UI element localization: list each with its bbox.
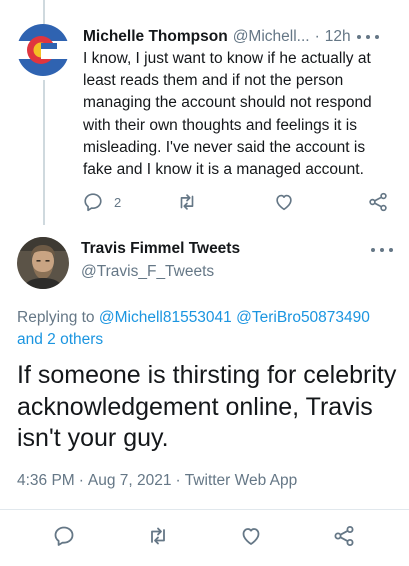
share-button[interactable]: [332, 524, 356, 548]
comment-icon: [54, 526, 74, 546]
thread-line-top: [43, 0, 45, 24]
timestamp[interactable]: 12h: [325, 28, 351, 46]
share-icon: [369, 192, 387, 212]
mention-link[interactable]: @Michell81553041: [99, 309, 232, 326]
author-handle[interactable]: @Travis_F_Tweets: [81, 263, 214, 281]
colorado-flag-avatar-icon: [17, 24, 69, 76]
separator-dot: ·: [175, 472, 181, 489]
divider: [0, 509, 409, 510]
avatar[interactable]: [17, 24, 69, 76]
like-button[interactable]: [239, 524, 263, 548]
main-action-bar: [0, 524, 409, 552]
tweet-time[interactable]: 4:36 PM: [17, 472, 75, 489]
tweet-date[interactable]: Aug 7, 2021: [88, 472, 172, 489]
and-others-link[interactable]: and 2 others: [17, 331, 103, 348]
tweet-metadata: 4:36 PM · Aug 7, 2021 · Twitter Web App: [17, 472, 297, 490]
mention-link[interactable]: @TeriBro50873490: [236, 309, 370, 326]
retweet-button[interactable]: [176, 190, 198, 214]
retweet-button[interactable]: [146, 524, 170, 548]
more-options-icon[interactable]: [371, 245, 393, 255]
retweet-icon: [151, 527, 165, 545]
retweet-icon: [180, 194, 194, 210]
share-button[interactable]: [367, 190, 389, 214]
reply-count: 2: [114, 194, 122, 210]
reply-header: Michelle Thompson @Michell... · 12h: [83, 27, 395, 47]
tweet-source[interactable]: Twitter Web App: [185, 472, 298, 489]
avatar[interactable]: [17, 237, 69, 289]
separator-dot: ·: [314, 28, 320, 45]
main-tweet-text: If someone is thirsting for celebrity ac…: [17, 361, 397, 452]
more-options-icon[interactable]: [357, 32, 379, 42]
profile-photo-avatar-icon: [17, 237, 69, 289]
separator-dot: ·: [78, 472, 84, 489]
reply-button[interactable]: 2: [82, 190, 121, 214]
thread-line-connector: [43, 80, 45, 225]
reply-action-bar: 2: [80, 190, 400, 214]
replying-to-label: Replying to: [17, 309, 95, 326]
share-icon: [334, 526, 354, 546]
replying-to: Replying to @Michell81553041 @TeriBro508…: [17, 307, 397, 351]
reply-tweet-text: I know, I just want to know if he actual…: [83, 50, 372, 179]
heart-icon: [242, 528, 260, 545]
reply-button[interactable]: [52, 524, 76, 548]
author-handle[interactable]: @Michell...: [233, 28, 310, 46]
author-name[interactable]: Travis Fimmel Tweets: [81, 240, 240, 258]
heart-icon: [276, 194, 292, 211]
comment-icon: [84, 193, 102, 212]
author-name[interactable]: Michelle Thompson: [83, 28, 228, 46]
like-button[interactable]: [273, 190, 295, 214]
